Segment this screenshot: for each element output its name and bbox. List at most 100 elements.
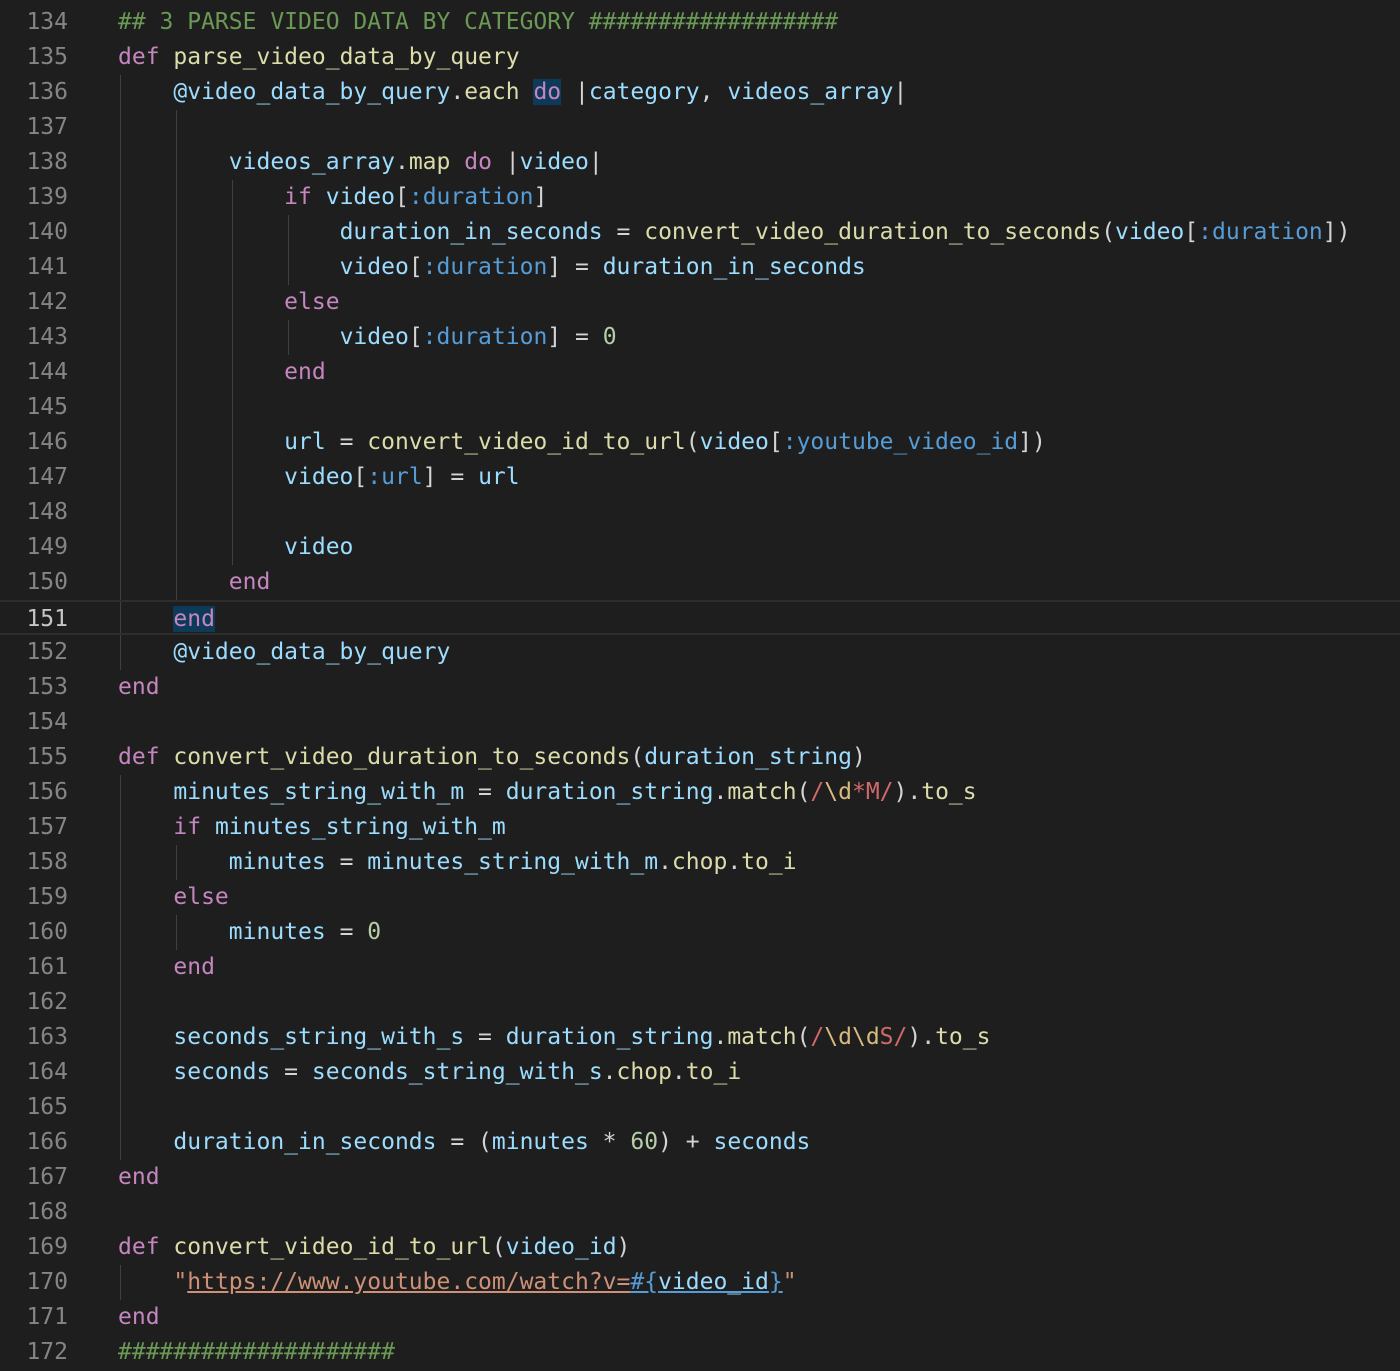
- line-number: 139: [26, 184, 68, 210]
- code-line[interactable]: 150 end: [0, 565, 1400, 600]
- code-text: ####################: [118, 1335, 395, 1370]
- code-line[interactable]: 156 minutes_string_with_m = duration_str…: [0, 775, 1400, 810]
- code-line[interactable]: 137: [0, 110, 1400, 145]
- code-line[interactable]: 168: [0, 1195, 1400, 1230]
- code-line[interactable]: 145: [0, 390, 1400, 425]
- code-line[interactable]: 161 end: [0, 950, 1400, 985]
- code-line[interactable]: 164 seconds = seconds_string_with_s.chop…: [0, 1055, 1400, 1090]
- token-function-name: match: [727, 1024, 797, 1050]
- code-line[interactable]: 154: [0, 705, 1400, 740]
- token-punctuation: [: [353, 464, 368, 490]
- token-interpolation-brace: }: [768, 1269, 783, 1295]
- line-number: 164: [26, 1059, 68, 1085]
- token-variable: duration_string: [505, 779, 714, 805]
- code-line[interactable]: 167 end: [0, 1160, 1400, 1195]
- code-line[interactable]: 162: [0, 985, 1400, 1020]
- token-punctuation: .: [450, 79, 465, 105]
- token-punctuation: [312, 184, 326, 210]
- line-number: 135: [26, 44, 68, 70]
- token-keyword: else: [173, 884, 229, 910]
- token-variable: minutes_string_with_m: [214, 814, 506, 840]
- code-line[interactable]: 134 ## 3 PARSE VIDEO DATA BY CATEGORY ###…: [0, 5, 1400, 40]
- token-punctuation: [160, 1234, 174, 1260]
- code-line[interactable]: 148: [0, 495, 1400, 530]
- token-punctuation: (: [796, 1024, 811, 1050]
- code-line[interactable]: 144 end: [0, 355, 1400, 390]
- token-variable: minutes_string_with_m: [173, 779, 465, 805]
- token-punctuation: (: [685, 429, 700, 455]
- code-line[interactable]: 136 @video_data_by_query.each do |catego…: [0, 75, 1400, 110]
- token-variable: minutes: [491, 1129, 589, 1155]
- code-line[interactable]: 153 end: [0, 670, 1400, 705]
- code-line[interactable]: 166 duration_in_seconds = (minutes * 60)…: [0, 1125, 1400, 1160]
- token-function-name: convert_video_duration_to_seconds: [644, 219, 1102, 245]
- token-variable: duration_string: [505, 1024, 714, 1050]
- token-function-name: convert_video_duration_to_seconds: [173, 744, 631, 770]
- code-line[interactable]: 157 if minutes_string_with_m: [0, 810, 1400, 845]
- token-regex-escape: \d: [824, 779, 852, 805]
- token-punctuation: [118, 814, 173, 840]
- code-line[interactable]: 149 video: [0, 530, 1400, 565]
- code-text: else: [118, 880, 229, 915]
- code-line[interactable]: 142 else: [0, 285, 1400, 320]
- token-variable: @video_data_by_query: [173, 639, 451, 665]
- code-line[interactable]: 146 url = convert_video_id_to_url(video[…: [0, 425, 1400, 460]
- token-punctuation: [118, 779, 173, 805]
- token-punctuation: ] =: [422, 464, 479, 490]
- token-variable: videos_array: [727, 79, 894, 105]
- line-number: 134: [26, 9, 68, 35]
- code-text: @video_data_by_query.each do |category, …: [118, 75, 907, 110]
- code-line[interactable]: 143 video[:duration] = 0: [0, 320, 1400, 355]
- code-text: end: [118, 670, 160, 705]
- token-keyword: end: [118, 674, 160, 700]
- code-line[interactable]: 139 if video[:duration]: [0, 180, 1400, 215]
- line-number: 169: [26, 1234, 68, 1260]
- code-line[interactable]: 141 video[:duration] = duration_in_secon…: [0, 250, 1400, 285]
- code-line[interactable]: 147 video[:url] = url: [0, 460, 1400, 495]
- token-function-name: convert_video_id_to_url: [367, 429, 686, 455]
- token-punctuation: [: [408, 254, 423, 280]
- code-line[interactable]: 138 videos_array.map do |video|: [0, 145, 1400, 180]
- code-line[interactable]: 155 def convert_video_duration_to_seconds…: [0, 740, 1400, 775]
- code-line[interactable]: 165: [0, 1090, 1400, 1125]
- code-line[interactable]: 140 duration_in_seconds = convert_video_…: [0, 215, 1400, 250]
- token-string-link: https://www.youtube.com/watch?v=: [187, 1269, 631, 1295]
- token-punctuation: [520, 79, 534, 105]
- token-punctuation: [118, 254, 340, 280]
- code-text: else: [118, 285, 339, 320]
- code-editor[interactable]: 134 ## 3 PARSE VIDEO DATA BY CATEGORY ###…: [0, 0, 1400, 1371]
- code-text: seconds = seconds_string_with_s.chop.to_…: [118, 1055, 741, 1090]
- code-line[interactable]: 135 def parse_video_data_by_query: [0, 40, 1400, 75]
- code-line[interactable]: 160 minutes = 0: [0, 915, 1400, 950]
- code-text: ## 3 PARSE VIDEO DATA BY CATEGORY ######…: [118, 5, 838, 40]
- token-punctuation: (: [630, 744, 645, 770]
- code-line[interactable]: 159 else: [0, 880, 1400, 915]
- token-punctuation: [118, 1059, 173, 1085]
- token-variable: video: [284, 464, 354, 490]
- code-line[interactable]: 151 end: [0, 600, 1400, 635]
- code-text: duration_in_seconds = (minutes * 60) + s…: [118, 1125, 810, 1160]
- token-variable: seconds: [713, 1129, 811, 1155]
- code-line[interactable]: 163 seconds_string_with_s = duration_str…: [0, 1020, 1400, 1055]
- token-keyword: do: [464, 149, 492, 175]
- token-punctuation: ) +: [658, 1129, 714, 1155]
- code-line[interactable]: 158 minutes = minutes_string_with_m.chop…: [0, 845, 1400, 880]
- token-keyword: end: [228, 569, 271, 595]
- token-function-name: convert_video_id_to_url: [173, 1234, 492, 1260]
- token-punctuation: =: [464, 779, 506, 805]
- code-line[interactable]: 171 end: [0, 1300, 1400, 1335]
- code-line[interactable]: 172 ####################: [0, 1335, 1400, 1370]
- token-punctuation: ): [851, 744, 866, 770]
- token-regex: /: [810, 779, 825, 805]
- token-number: 60: [630, 1129, 659, 1155]
- code-text: def convert_video_id_to_url(video_id): [118, 1230, 630, 1265]
- code-line[interactable]: 170 "https://www.youtube.com/watch?v=#{v…: [0, 1265, 1400, 1300]
- token-punctuation: [118, 79, 173, 105]
- code-line[interactable]: 152 @video_data_by_query: [0, 635, 1400, 670]
- token-variable: duration_in_seconds: [339, 219, 603, 245]
- code-text: video[:duration] = 0: [118, 320, 617, 355]
- token-variable: seconds_string_with_s: [173, 1024, 465, 1050]
- code-text: end: [118, 1300, 160, 1335]
- code-line[interactable]: 169 def convert_video_id_to_url(video_id): [0, 1230, 1400, 1265]
- token-symbol: :url: [367, 464, 423, 490]
